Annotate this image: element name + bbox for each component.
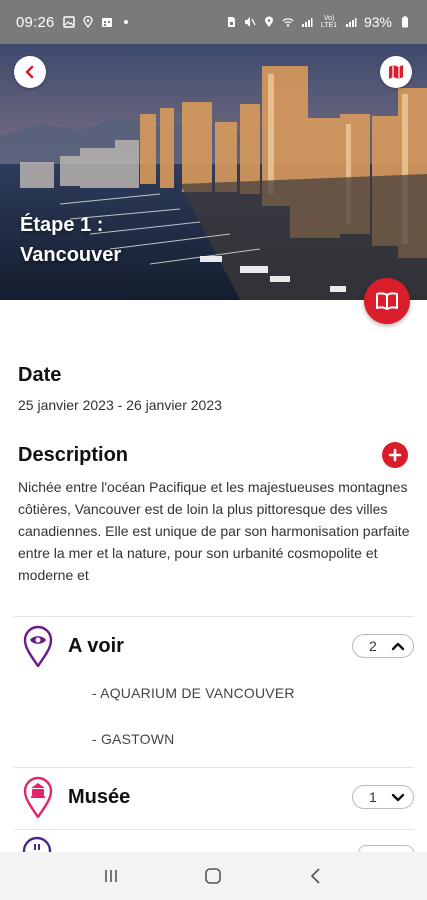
category-pin-partial (22, 836, 52, 852)
stage-title-line2: Vancouver (20, 244, 122, 266)
sim-icon (227, 17, 235, 27)
battery-icon (402, 16, 408, 28)
status-right-icons: Vo) LTE1 93% (225, 14, 411, 30)
system-nav-bar (0, 852, 427, 900)
chevron-left-icon (25, 65, 34, 79)
date-value: 25 janvier 2023 - 26 janvier 2023 (18, 397, 222, 413)
open-book-icon (376, 292, 398, 310)
category-row-a-voir[interactable]: A voir 2 (14, 618, 414, 674)
expand-description-button[interactable] (382, 442, 408, 468)
location-icon (82, 16, 93, 28)
divider (14, 767, 414, 768)
signal-icon (301, 18, 313, 27)
calendar-icon (101, 18, 112, 27)
back-button[interactable] (14, 56, 46, 88)
date-heading: Date (18, 364, 62, 386)
museum-pin-icon (18, 772, 58, 822)
description-section: Description Nichée entre l'océan Pacifiq… (18, 442, 410, 586)
map-button[interactable] (380, 56, 412, 88)
recent-apps-icon[interactable] (101, 867, 121, 885)
mute-icon (244, 17, 256, 27)
back-nav-icon[interactable] (306, 866, 326, 886)
home-icon[interactable] (203, 866, 223, 886)
map-icon (389, 65, 403, 79)
date-section: Date 25 janvier 2023 - 26 janvier 2023 (18, 364, 222, 413)
hero-image: Étape 1 : Vancouver (0, 44, 427, 300)
wifi-icon (282, 18, 294, 27)
category-count-toggle[interactable]: 2 (352, 634, 414, 658)
category-count: 1 (369, 789, 377, 805)
list-item[interactable]: - GASTOWN (92, 731, 174, 747)
signal-icon (345, 18, 357, 27)
description-text: Nichée entre l'océan Pacifique et les ma… (18, 479, 410, 583)
stage-title-line1: Étape 1 : (20, 214, 104, 236)
category-row-musee[interactable]: Musée 1 (14, 769, 414, 825)
category-label: Musée (68, 785, 131, 808)
chevron-down-icon (391, 793, 405, 802)
location-icon (264, 16, 273, 27)
category-count: 2 (369, 638, 377, 654)
guide-book-button[interactable] (364, 278, 410, 324)
image-icon (62, 16, 75, 28)
list-item[interactable]: - AQUARIUM DE VANCOUVER (92, 685, 295, 701)
stage-title: Étape 1 : Vancouver (20, 210, 121, 270)
dot-icon (123, 20, 128, 24)
description-heading: Description (18, 443, 129, 466)
status-left-icons (62, 16, 132, 28)
category-count-toggle[interactable]: 1 (352, 785, 414, 809)
divider (14, 829, 414, 830)
category-label: A voir (68, 634, 124, 657)
plus-icon (388, 448, 402, 462)
battery-percent: 93% (363, 14, 392, 30)
status-bar: 09:26 Vo) LTE1 93% (0, 0, 427, 44)
volte-label: Vo) LTE1 (320, 15, 338, 29)
status-time: 09:26 (16, 13, 55, 31)
eye-pin-icon (18, 621, 58, 671)
divider (14, 616, 414, 617)
chevron-up-icon (391, 642, 405, 651)
description-header: Description (18, 442, 410, 468)
